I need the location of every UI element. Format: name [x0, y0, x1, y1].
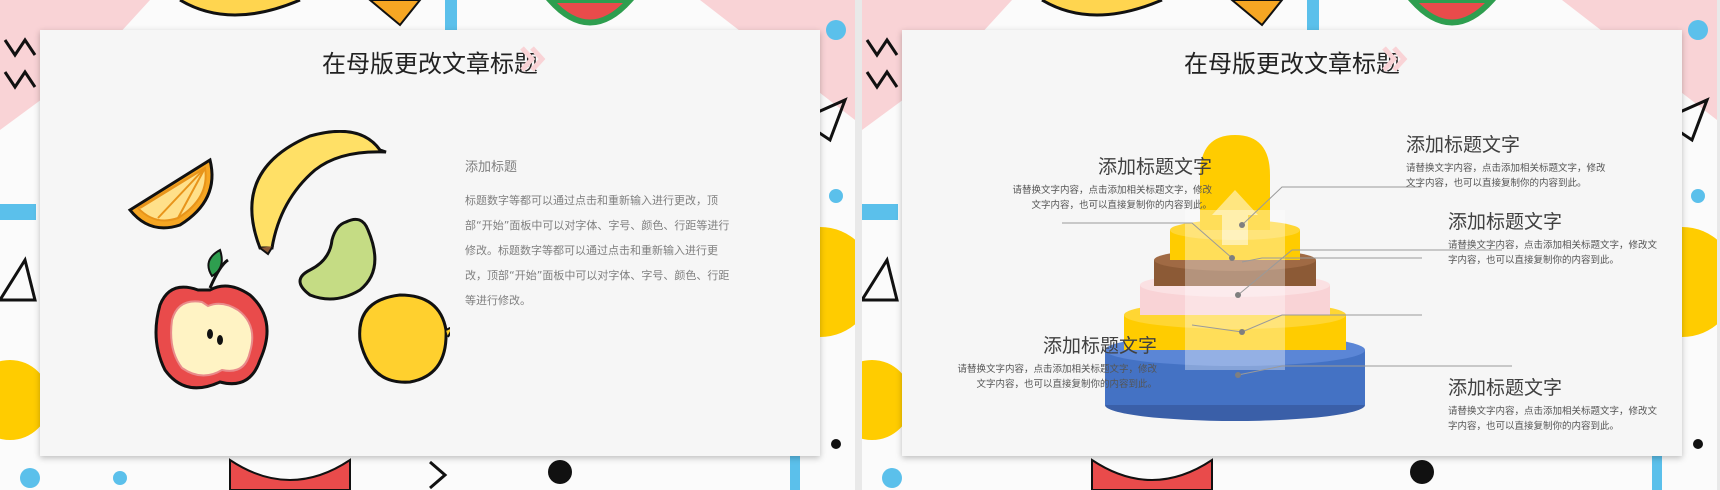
apple-icon [154, 248, 269, 390]
callout-5-heading: 添加标题文字 [1448, 377, 1563, 399]
pear-icon [298, 217, 377, 301]
slide-left[interactable]: 在母版更改文章标题 添加标题 标题数字等都可以通过点击和重新输入进行更改，顶部“… [0, 0, 855, 490]
content-card: 在母版更改文章标题 [902, 30, 1682, 456]
callout-2: 添加标题文字 请替换文字内容，点击添加相关标题文字，修改文字内容，也可以直接复制… [1406, 130, 1611, 191]
callout-1-text: 请替换文字内容，点击添加相关标题文字，修改文字内容，也可以直接复制你的内容到此。 [1012, 185, 1212, 211]
lemon-icon [358, 293, 450, 384]
callout-3-heading: 添加标题文字 [1448, 211, 1563, 233]
callout-4-heading: 添加标题文字 [1042, 335, 1157, 357]
slide-title: 在母版更改文章标题 [322, 50, 538, 78]
section-body-text: 标题数字等都可以通过点击和重新输入进行更改，顶部“开始”面板中可以对字体、字号、… [465, 194, 730, 307]
orange-slice-icon [127, 157, 214, 230]
pyramid-center-column [1185, 190, 1285, 370]
callout-2-heading: 添加标题文字 [1406, 134, 1521, 156]
callout-5: 添加标题文字 请替换文字内容，点击添加相关标题文字，修改文字内容，也可以直接复制… [1448, 373, 1658, 434]
callout-4-text: 请替换文字内容，点击添加相关标题文字，修改文字内容，也可以直接复制你的内容到此。 [957, 364, 1157, 390]
callout-2-text: 请替换文字内容，点击添加相关标题文字，修改文字内容，也可以直接复制你的内容到此。 [1406, 163, 1606, 189]
fruit-illustration [127, 130, 450, 390]
callout-4: 添加标题文字 请替换文字内容，点击添加相关标题文字，修改文字内容，也可以直接复制… [952, 331, 1157, 392]
section-subheading: 添加标题 [465, 160, 518, 175]
chevron-icon [520, 46, 546, 72]
callout-5-text: 请替换文字内容，点击添加相关标题文字，修改文字内容，也可以直接复制你的内容到此。 [1448, 406, 1658, 432]
slide-right[interactable]: 在母版更改文章标题 添加标题文字 请替换文字内容，点击添加相关标题文字，修改文字… [862, 0, 1717, 490]
content-card: 在母版更改文章标题 [40, 30, 820, 456]
callout-1-heading: 添加标题文字 [1097, 156, 1212, 178]
callout-1: 添加标题文字 请替换文字内容，点击添加相关标题文字，修改文字内容，也可以直接复制… [1012, 152, 1212, 213]
callout-3: 添加标题文字 请替换文字内容，点击添加相关标题文字，修改文字内容，也可以直接复制… [1448, 207, 1658, 268]
callout-3-text: 请替换文字内容，点击添加相关标题文字，修改文字内容，也可以直接复制你的内容到此。 [1448, 240, 1658, 266]
